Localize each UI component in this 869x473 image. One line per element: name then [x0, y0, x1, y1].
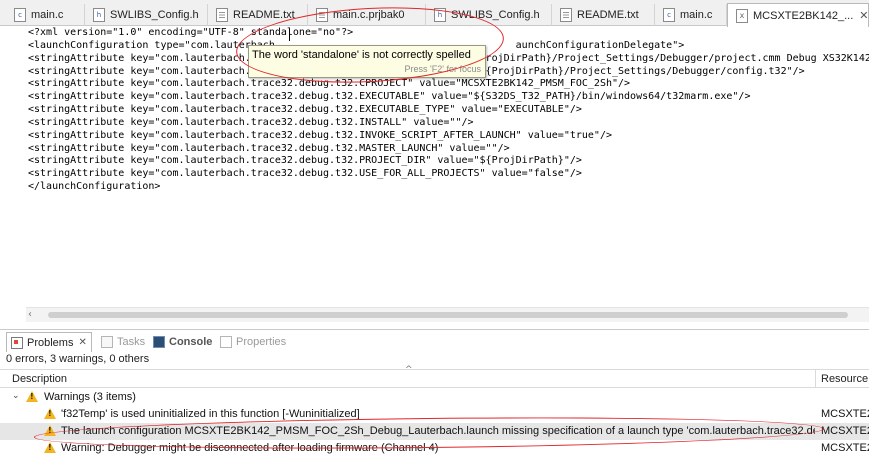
group-label: Warnings (3 items) — [44, 391, 136, 403]
row-description: Warning: Debugger might be disconnected … — [61, 442, 439, 454]
code-line: <stringAttribute key="com.lauterbach.tra… — [28, 78, 631, 90]
editor-tab-bar: c main.c h SWLIBS_Config.h README.txt ma… — [0, 0, 869, 27]
warnings-group-row[interactable]: ⌄ Warnings (3 items) — [0, 389, 869, 406]
row-description: The launch configuration MCSXTE2BK142_PM… — [61, 425, 815, 437]
tab-main-c-2[interactable]: c main.c — [655, 4, 727, 26]
warning-icon — [44, 425, 56, 436]
row-resource: MCSXTE2BK142 — [821, 408, 869, 420]
tab-label: README.txt — [577, 9, 639, 21]
column-divider[interactable] — [815, 370, 816, 387]
h-file-icon: h — [93, 8, 105, 22]
tab-label: README.txt — [233, 9, 295, 21]
table-row[interactable]: Warning: Debugger might be disconnected … — [0, 440, 869, 457]
tab-label: main.c.prjbak0 — [333, 9, 405, 21]
column-header-description[interactable]: Description — [12, 373, 67, 385]
problems-table-header: Description ^ Resource — [0, 365, 869, 388]
code-line: </launchConfiguration> — [28, 181, 161, 193]
problems-summary: 0 errors, 3 warnings, 0 others — [6, 353, 150, 365]
tab-label: Console — [169, 336, 213, 348]
code-line: <stringAttribute key="com.lauterbach.tra… — [28, 104, 582, 116]
tab-label: main.c — [31, 9, 64, 21]
c-file-icon: c — [14, 8, 26, 22]
tab-label: Problems — [27, 336, 74, 349]
scroll-left-arrow-icon[interactable]: ‹ — [28, 309, 32, 320]
warning-icon — [44, 442, 56, 453]
spelling-tooltip[interactable]: The word 'standalone' is not correctly s… — [248, 45, 486, 78]
code-line: <stringAttribute key="com.lauterbach.tra… — [28, 129, 612, 141]
table-row[interactable]: 'f32Temp' is used uninitialized in this … — [0, 406, 869, 423]
xml-file-icon: x — [736, 8, 748, 23]
tab-label: SWLIBS_Config.h — [110, 9, 199, 21]
scrollbar-thumb[interactable] — [48, 312, 848, 318]
tooltip-message: The word 'standalone' is not correctly s… — [252, 49, 471, 61]
tooltip-hint: Press 'F2' for focus — [404, 64, 481, 74]
tab-label: Tasks — [117, 336, 146, 348]
tab-label: main.c — [680, 9, 713, 21]
tab-label: Properties — [236, 336, 287, 348]
close-icon[interactable]: ✕ — [859, 9, 868, 22]
h-file-icon: h — [434, 8, 446, 22]
tab-properties[interactable]: Properties — [220, 333, 286, 351]
table-row-selected[interactable]: The launch configuration MCSXTE2BK142_PM… — [0, 423, 869, 440]
tab-tasks[interactable]: Tasks — [101, 333, 145, 351]
column-header-resource[interactable]: Resource — [821, 373, 868, 385]
tab-main-c[interactable]: c main.c — [6, 4, 85, 26]
tab-main-c-prjbak0[interactable]: main.c.prjbak0 — [308, 4, 426, 26]
row-resource: MCSXTE2BK142 — [821, 442, 869, 454]
tab-readme-txt[interactable]: README.txt — [208, 4, 308, 26]
tab-console[interactable]: Console — [153, 333, 212, 351]
text-file-icon — [216, 8, 228, 22]
code-line: <stringAttribute key="com.lauterbach.tra… — [28, 116, 474, 128]
c-file-icon: c — [663, 8, 675, 22]
text-file-icon — [316, 8, 328, 22]
tab-problems[interactable]: Problems ✕ — [6, 332, 92, 352]
code-line: <stringAttribute key="com.lauterbach.tra… — [28, 142, 510, 154]
text-caret — [289, 29, 290, 41]
tab-swlibs-config-h-2[interactable]: h SWLIBS_Config.h — [426, 4, 552, 26]
properties-icon — [220, 336, 232, 348]
tasks-icon — [101, 336, 113, 348]
chevron-down-icon[interactable]: ⌄ — [12, 391, 20, 401]
panel-tab-bar: Problems ✕ Tasks Console Properties — [0, 329, 869, 352]
code-line: <stringAttribute key="com.lauterbach.tra… — [28, 91, 751, 103]
tab-launch-config-active[interactable]: x MCSXTE2BK142_... ✕ — [727, 3, 869, 27]
row-description: 'f32Temp' is used uninitialized in this … — [61, 408, 360, 420]
tab-label: MCSXTE2BK142_... — [753, 9, 854, 22]
warning-icon — [26, 391, 38, 402]
code-line: <?xml version="1.0" encoding="UTF-8" sta… — [28, 27, 354, 38]
warning-icon — [44, 408, 56, 419]
row-resource: MCSXTE2BK142 — [821, 425, 869, 437]
code-line: <stringAttribute key="com.lauterbach.tra… — [28, 168, 582, 180]
text-file-icon — [560, 8, 572, 22]
tab-label: SWLIBS_Config.h — [451, 9, 540, 21]
close-icon[interactable]: ✕ — [78, 337, 86, 348]
problems-icon — [11, 336, 23, 349]
tab-readme-txt-2[interactable]: README.txt — [552, 4, 655, 26]
code-line: <stringAttribute key="com.lauterbach.tra… — [28, 155, 582, 167]
console-icon — [153, 336, 165, 348]
tab-swlibs-config-h[interactable]: h SWLIBS_Config.h — [85, 4, 208, 26]
sort-up-icon: ^ — [405, 365, 413, 375]
editor-horizontal-scrollbar[interactable]: ‹ — [26, 307, 869, 322]
